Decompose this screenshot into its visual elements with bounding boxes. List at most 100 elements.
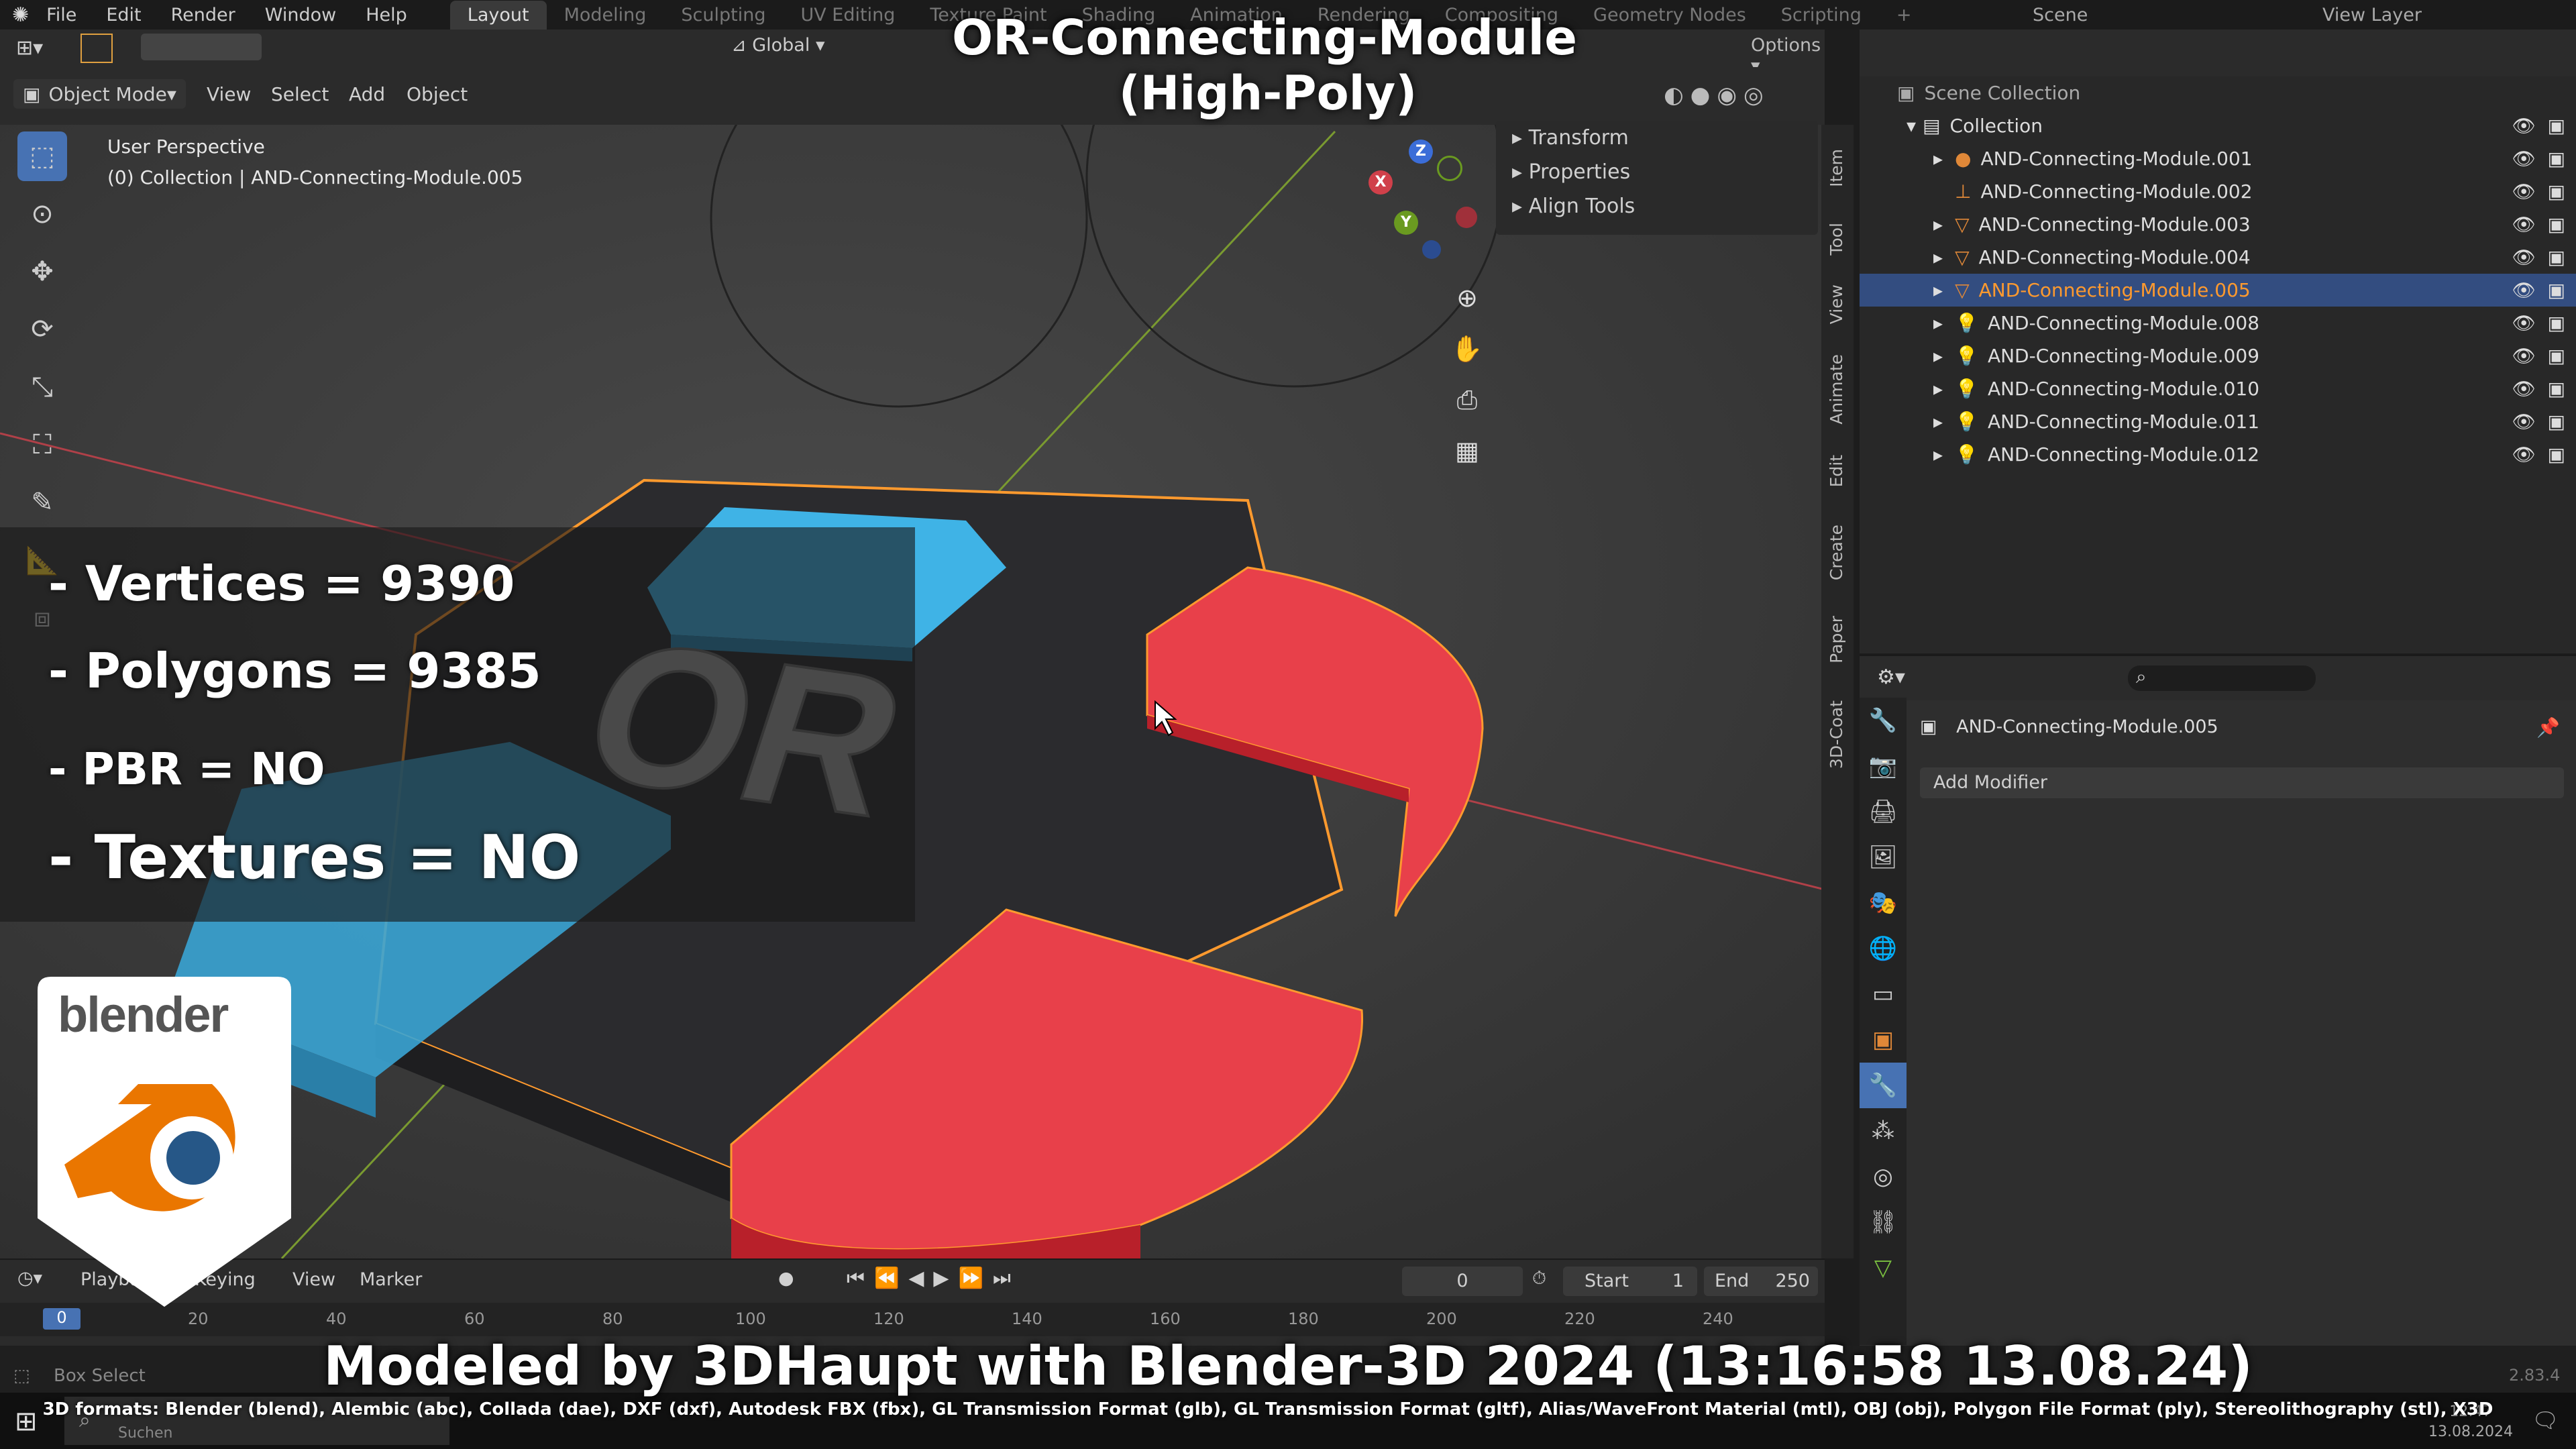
select-box-tool-icon[interactable]: ⬚ [17, 131, 67, 181]
render-properties-icon[interactable]: 📷 [1860, 743, 1907, 789]
playback-controls[interactable]: ⏮⏪◀▶⏩⏭ [847, 1267, 1020, 1290]
expand-icon[interactable]: ▸ [1933, 213, 1943, 235]
tab-item[interactable]: Item [1827, 149, 1846, 187]
expand-icon[interactable]: ▸ [1933, 279, 1943, 301]
expand-icon[interactable]: ▸ [1933, 148, 1943, 170]
outliner-item[interactable]: ▸ ● AND-Connecting-Module.001 👁 ▣ [1860, 142, 2576, 175]
render-camera-icon[interactable]: ▣ [2548, 378, 2565, 400]
ortho-grid-icon[interactable]: ▦ [1444, 425, 1491, 476]
scene-properties-icon[interactable]: 🎭 [1860, 880, 1907, 926]
particles-icon[interactable]: ⁂ [1860, 1108, 1907, 1154]
stat-polygons: - Polygons = 9385 [48, 643, 541, 699]
sidebar-panel: ▸ Transform ▸ Properties ▸ Align Tools [1496, 121, 1818, 235]
render-camera-icon[interactable]: ▣ [2548, 148, 2565, 170]
gizmo-x[interactable]: X [1368, 170, 1393, 195]
collection-properties-icon[interactable]: ▭ [1860, 971, 1907, 1017]
gizmo-neg-z[interactable] [1422, 240, 1441, 259]
expand-icon[interactable]: ▸ [1933, 378, 1943, 400]
tab-edit[interactable]: Edit [1827, 455, 1846, 487]
transform-tool-icon[interactable]: ⛶ [17, 420, 67, 470]
gizmo-y[interactable]: Y [1394, 211, 1418, 235]
outliner-item[interactable]: ▸ 💡 AND-Connecting-Module.011 👁 ▣ [1860, 405, 2576, 438]
visibility-eye-icon[interactable]: 👁 [2512, 411, 2536, 433]
add-modifier-dropdown[interactable]: Add Modifier [1920, 767, 2564, 798]
outliner-item[interactable]: ▸ ▽ AND-Connecting-Module.004 👁 ▣ [1860, 241, 2576, 274]
menu-view[interactable]: View [292, 1269, 335, 1290]
modifier-properties-icon[interactable]: 🔧 [1860, 1063, 1907, 1108]
tab-paper[interactable]: Paper [1827, 616, 1846, 663]
properties-type-icon[interactable]: ⚙▾ [1877, 665, 1905, 689]
expand-icon[interactable]: ▸ [1933, 443, 1943, 466]
playhead[interactable]: 0 [43, 1308, 80, 1330]
stopwatch-icon[interactable]: ⏱ [1532, 1268, 1546, 1289]
current-frame-field[interactable]: 0 [1402, 1267, 1523, 1296]
annotate-tool-icon[interactable]: ✎ [17, 478, 67, 527]
output-properties-icon[interactable]: 🖨 [1860, 789, 1907, 835]
visibility-eye-icon[interactable]: 👁 [2512, 443, 2536, 466]
tab-3d-coat[interactable]: 3D-Coat [1827, 700, 1846, 769]
visibility-eye-icon[interactable]: 👁 [2512, 312, 2536, 334]
world-properties-icon[interactable]: 🌐 [1860, 926, 1907, 971]
visibility-eye-icon[interactable]: 👁 [2512, 148, 2536, 170]
outliner-item[interactable]: ▸ 💡 AND-Connecting-Module.009 👁 ▣ [1860, 339, 2576, 372]
zoom-icon[interactable]: ⊕ [1444, 272, 1491, 323]
render-camera-icon[interactable]: ▣ [2548, 411, 2565, 433]
outliner-item[interactable]: ▸ 💡 AND-Connecting-Module.010 👁 ▣ [1860, 372, 2576, 405]
render-camera-icon[interactable]: ▣ [2548, 246, 2565, 268]
tab-view[interactable]: View [1827, 284, 1846, 324]
panel-align-tools[interactable]: ▸ Align Tools [1496, 189, 1818, 223]
gizmo-neg-x[interactable] [1456, 207, 1477, 228]
scale-tool-icon[interactable]: ⤡ [17, 362, 67, 412]
physics-icon[interactable]: ◎ [1860, 1154, 1907, 1199]
tab-create[interactable]: Create [1827, 525, 1846, 580]
notification-icon[interactable]: 🗨 [2532, 1407, 2559, 1433]
move-tool-icon[interactable]: ✥ [17, 247, 67, 297]
gizmo-neg-y[interactable] [1437, 156, 1462, 181]
pin-icon[interactable]: 📌 [2536, 716, 2560, 739]
expand-icon[interactable]: ▸ [1933, 312, 1943, 334]
render-camera-icon[interactable]: ▣ [2548, 213, 2565, 235]
render-camera-icon[interactable]: ▣ [2548, 115, 2565, 137]
frame-ruler[interactable]: 0 20 40 60 80 100 120 140 160 180 200 22… [0, 1303, 1825, 1336]
panel-transform[interactable]: ▸ Transform [1496, 121, 1818, 155]
visibility-eye-icon[interactable]: 👁 [2512, 279, 2536, 301]
navigation-gizmo[interactable]: Z X Y [1362, 140, 1483, 260]
outliner-item[interactable]: ▸ 💡 AND-Connecting-Module.008 👁 ▣ [1860, 307, 2576, 339]
visibility-eye-icon[interactable]: 👁 [2512, 246, 2536, 268]
stats-overlay: - Vertices = 9390 - Polygons = 9385 - PB… [0, 527, 915, 922]
menu-marker[interactable]: Marker [360, 1269, 422, 1290]
visibility-eye-icon[interactable]: 👁 [2512, 213, 2536, 235]
render-camera-icon[interactable]: ▣ [2548, 279, 2565, 301]
rotate-tool-icon[interactable]: ⟳ [17, 305, 67, 354]
render-camera-icon[interactable]: ▣ [2548, 180, 2565, 203]
expand-icon[interactable]: ▸ [1933, 246, 1943, 268]
render-camera-icon[interactable]: ▣ [2548, 443, 2565, 466]
panel-properties[interactable]: ▸ Properties [1496, 155, 1818, 189]
cursor-tool-icon[interactable]: ⊙ [17, 189, 67, 239]
expand-icon[interactable]: ▸ [1933, 345, 1943, 367]
outliner-item-selected[interactable]: ▸ ▽ AND-Connecting-Module.005 👁 ▣ [1860, 274, 2576, 307]
render-camera-icon[interactable]: ▣ [2548, 312, 2565, 334]
tool-properties-icon[interactable]: 🔧 [1860, 698, 1907, 743]
camera-view-icon[interactable]: ⎙ [1444, 374, 1491, 425]
properties-search-input[interactable] [2128, 665, 2316, 691]
outliner-item[interactable]: ▸ 💡 AND-Connecting-Module.012 👁 ▣ [1860, 438, 2576, 471]
expand-icon[interactable]: ▸ [1933, 411, 1943, 433]
object-properties-icon[interactable]: ▣ [1860, 1017, 1907, 1063]
constraints-icon[interactable]: ⛓ [1860, 1199, 1907, 1245]
visibility-eye-icon[interactable]: 👁 [2512, 180, 2536, 203]
start-frame-field[interactable]: Start 1 [1563, 1267, 1697, 1296]
view-layer-icon[interactable]: 🖼 [1860, 835, 1907, 880]
visibility-eye-icon[interactable]: 👁 [2512, 345, 2536, 367]
end-frame-field[interactable]: End 250 [1704, 1267, 1818, 1296]
render-camera-icon[interactable]: ▣ [2548, 345, 2565, 367]
pan-hand-icon[interactable]: ✋ [1444, 323, 1491, 374]
tab-animate[interactable]: Animate [1827, 354, 1846, 425]
gizmo-z[interactable]: Z [1409, 140, 1433, 164]
outliner-item[interactable]: ▸⊥AND-Connecting-Module.002👁▣ [1860, 175, 2576, 208]
record-button[interactable]: ● [778, 1268, 794, 1289]
data-properties-icon[interactable]: ▽ [1860, 1245, 1907, 1291]
visibility-eye-icon[interactable]: 👁 [2512, 378, 2536, 400]
outliner-item[interactable]: ▸ ▽ AND-Connecting-Module.003 👁 ▣ [1860, 208, 2576, 241]
tab-tool[interactable]: Tool [1827, 223, 1846, 256]
